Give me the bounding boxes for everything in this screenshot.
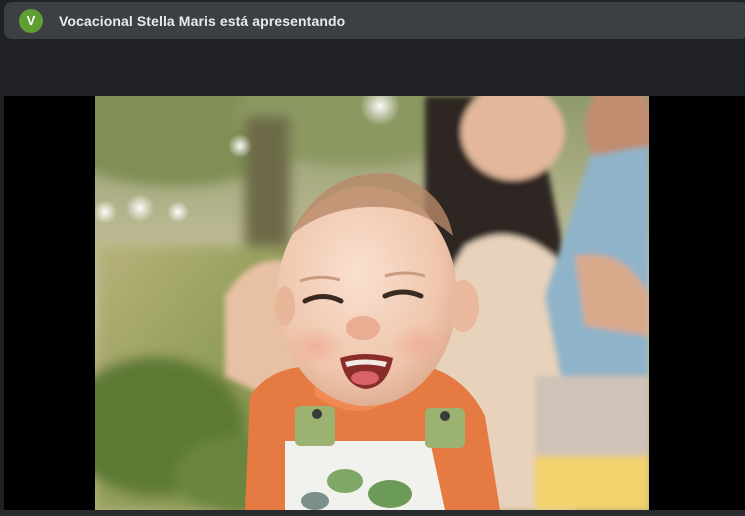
shared-screen-area	[4, 96, 745, 510]
meeting-screen: V Vocacional Stella Maris está apresenta…	[0, 0, 745, 516]
smiling-baby-photo-icon	[95, 96, 649, 510]
presenter-banner-text: Vocacional Stella Maris está apresentand…	[59, 12, 346, 29]
bottom-strip	[0, 510, 745, 516]
presenter-banner: V Vocacional Stella Maris está apresenta…	[4, 2, 745, 39]
presenter-avatar: V	[19, 8, 43, 33]
